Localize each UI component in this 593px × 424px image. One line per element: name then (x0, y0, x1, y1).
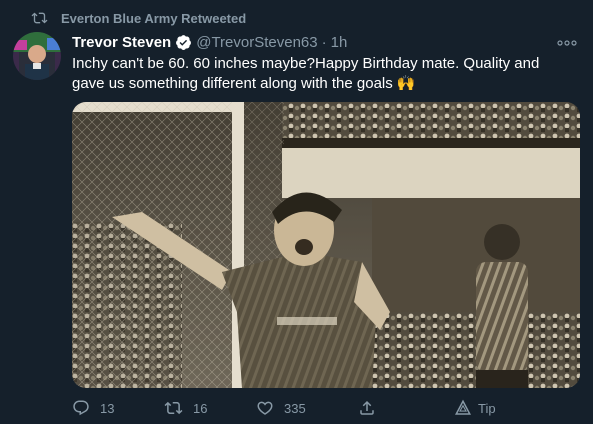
tip-icon (455, 399, 471, 415)
tip-label: Tip (478, 400, 496, 416)
tweet-text: Inchy can't be 60. 60 inches maybe?Happy… (72, 54, 577, 94)
more-options-icon[interactable] (557, 34, 577, 51)
football-celebration-photo (72, 102, 580, 388)
retweet-icon (164, 401, 183, 415)
like-count: 335 (284, 400, 306, 416)
avatar-image (13, 32, 61, 80)
tweet-photo[interactable] (72, 102, 580, 388)
tweet-actions: 13 16 335 Tip (72, 398, 580, 418)
tweet-header: Trevor Steven @TrevorSteven63 · 1h (72, 32, 347, 52)
tweet-text-line-1: Inchy can't be 60. 60 inches maybe?Happy… (72, 55, 540, 72)
reply-icon (73, 400, 89, 416)
heart-icon (257, 401, 273, 415)
separator-dot: · (321, 33, 327, 51)
author-name[interactable]: Trevor Steven (72, 34, 171, 51)
tweet-card[interactable]: Everton Blue Army Retweeted Trevor Steve… (0, 0, 593, 424)
avatar[interactable] (13, 32, 61, 80)
author-handle[interactable]: @TrevorSteven63 (196, 34, 317, 51)
retweeted-by-text[interactable]: Everton Blue Army Retweeted (61, 11, 246, 26)
tip-button[interactable]: Tip (454, 398, 496, 418)
tweet-timestamp[interactable]: 1h (331, 34, 348, 51)
like-button[interactable]: 335 (256, 398, 306, 418)
retweeted-by-line[interactable]: Everton Blue Army Retweeted (30, 8, 246, 28)
tweet-text-line-2: gave us something different along with t… (72, 75, 416, 92)
retweet-count: 16 (193, 400, 208, 416)
reply-count: 13 (100, 400, 115, 416)
share-icon (360, 400, 374, 415)
reply-button[interactable]: 13 (72, 398, 114, 418)
retweet-icon (31, 12, 48, 24)
verified-badge-icon (175, 34, 192, 51)
retweet-button[interactable]: 16 (164, 398, 207, 418)
share-button[interactable] (358, 398, 386, 418)
